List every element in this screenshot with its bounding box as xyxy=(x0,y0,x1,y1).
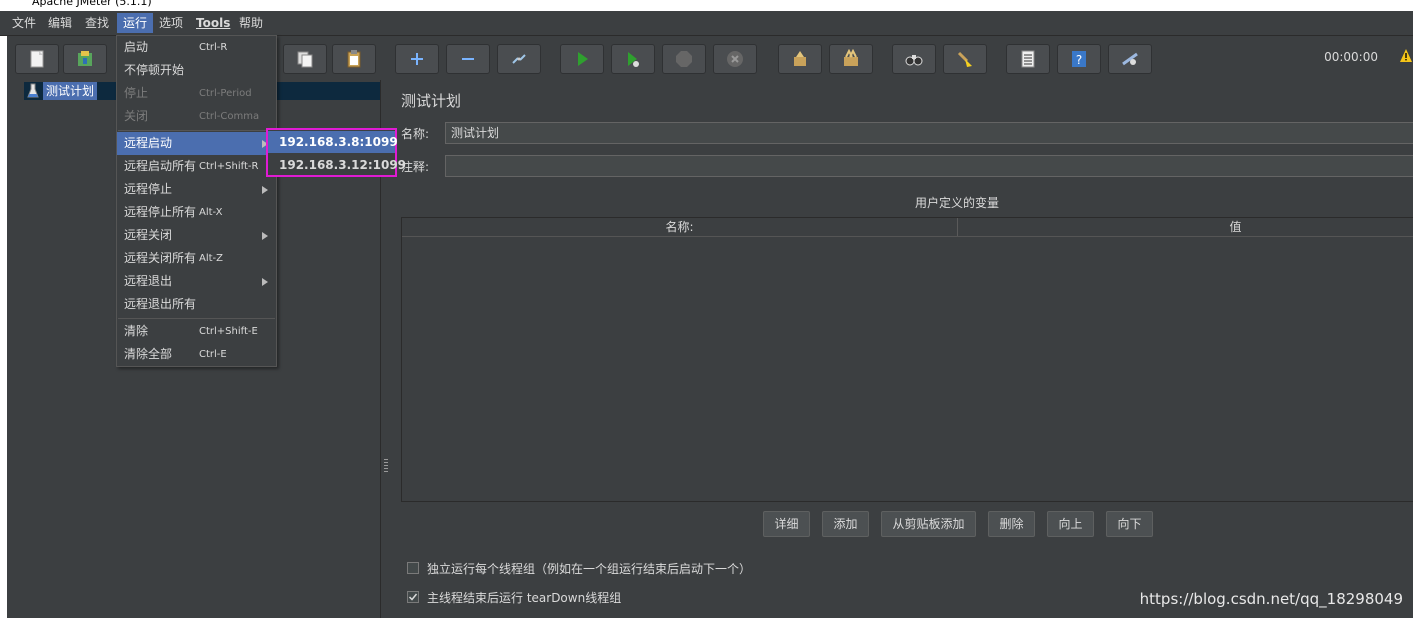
run-teardown-label: 主线程结束后运行 tearDown线程组 xyxy=(427,591,622,605)
start-button[interactable] xyxy=(560,44,604,74)
menu-file[interactable]: 文件 xyxy=(6,13,42,33)
paste-icon xyxy=(347,50,361,68)
submenu-arrow-icon xyxy=(262,186,268,194)
search-button[interactable] xyxy=(892,44,936,74)
menu-bar: 文件 编辑 查找 运行 选项 Tools 帮助 xyxy=(0,11,1413,36)
stop-button[interactable] xyxy=(662,44,706,74)
watermark: https://blog.csdn.net/qq_18298049 xyxy=(1139,590,1403,608)
shutdown-button[interactable] xyxy=(713,44,757,74)
menu-separator xyxy=(118,318,275,319)
function-helper-icon xyxy=(1021,50,1035,68)
menu-item-remote-stop-all[interactable]: 远程停止所有 Alt-X xyxy=(117,201,276,224)
table-header: 名称: 值 xyxy=(402,218,1413,237)
menu-search[interactable]: 查找 xyxy=(79,13,115,33)
reset-search-icon xyxy=(957,51,972,67)
svg-text:?: ? xyxy=(1076,53,1082,67)
clear-all-icon xyxy=(844,49,858,66)
menu-item-remote-exit-all[interactable]: 远程退出所有 xyxy=(117,293,276,316)
start-icon xyxy=(578,52,588,66)
expand-all-button[interactable] xyxy=(395,44,439,74)
tree-node-test-plan[interactable]: 测试计划 xyxy=(27,82,98,100)
function-helper-button[interactable] xyxy=(1006,44,1050,74)
submenu-arrow-icon xyxy=(262,278,268,286)
help-button[interactable]: ? xyxy=(1057,44,1101,74)
collapse-all-button[interactable] xyxy=(446,44,490,74)
submenu-arrow-icon xyxy=(262,232,268,240)
menu-options[interactable]: 选项 xyxy=(153,13,189,33)
remote-button[interactable] xyxy=(1108,44,1152,74)
new-button[interactable] xyxy=(15,44,59,74)
window-title: Apache JMeter (5.1.1) xyxy=(32,0,152,8)
delete-button[interactable]: 删除 xyxy=(988,511,1035,537)
toggle-button[interactable] xyxy=(497,44,541,74)
templates-icon xyxy=(78,51,92,66)
start-no-pause-button[interactable] xyxy=(611,44,655,74)
menu-tools[interactable]: Tools xyxy=(190,13,236,33)
copy-icon xyxy=(297,51,313,68)
run-thread-groups-consecutively-checkbox[interactable] xyxy=(407,562,419,574)
move-up-button[interactable]: 向上 xyxy=(1047,511,1094,537)
stop-icon xyxy=(676,51,692,67)
menu-item-clear-all[interactable]: 清除全部 Ctrl-E xyxy=(117,343,276,366)
menu-item-clear[interactable]: 清除 Ctrl+Shift-E xyxy=(117,320,276,343)
variables-table[interactable]: 名称: 值 xyxy=(401,217,1413,502)
expand-icon xyxy=(411,53,423,65)
clear-all-button[interactable] xyxy=(829,44,873,74)
test-plan-panel: 测试计划 名称: 测试计划 注释: 用户定义的变量 名称: 值 详细 添加 从剪… xyxy=(391,80,1413,618)
clear-icon xyxy=(794,51,806,66)
name-field[interactable]: 测试计划 xyxy=(445,122,1413,144)
menu-help[interactable]: 帮助 xyxy=(233,13,269,33)
remote-icon xyxy=(1122,52,1138,66)
run-thread-groups-consecutively-label: 独立运行每个线程组（例如在一个组运行结束后启动下一个） xyxy=(427,562,752,576)
menu-run[interactable]: 运行 xyxy=(117,13,154,33)
menu-item-remote-shutdown[interactable]: 远程关闭 xyxy=(117,224,276,247)
remote-host-item[interactable]: 192.168.3.8:1099 xyxy=(268,131,398,153)
copy-button[interactable] xyxy=(283,44,327,74)
column-header-name[interactable]: 名称: xyxy=(402,218,957,236)
comment-field[interactable] xyxy=(445,155,1413,177)
menu-item-remote-start[interactable]: 远程启动 xyxy=(117,132,276,155)
window-titlebar: Apache JMeter (5.1.1) xyxy=(0,0,1413,11)
name-label: 名称: xyxy=(401,127,430,141)
remote-start-submenu: 192.168.3.8:1099 192.168.3.12:1099 xyxy=(266,128,406,177)
menu-item-start[interactable]: 启动 Ctrl-R xyxy=(117,36,276,59)
menu-item-stop: 停止 Ctrl-Period xyxy=(124,86,252,100)
menu-item-remote-start-all[interactable]: 远程启动所有 Ctrl+Shift-R xyxy=(117,155,276,178)
reset-search-button[interactable] xyxy=(943,44,987,74)
run-menu-dropdown: 启动 Ctrl-R 不停顿开始 停止 Ctrl-Period 关闭 Ctrl-C… xyxy=(116,35,277,367)
start-no-pause-icon xyxy=(628,52,639,67)
move-down-button[interactable]: 向下 xyxy=(1106,511,1153,537)
menu-edit[interactable]: 编辑 xyxy=(42,13,78,33)
detail-button[interactable]: 详细 xyxy=(763,511,810,537)
menu-item-start-no-pause[interactable]: 不停顿开始 xyxy=(117,59,276,82)
menu-item-remote-exit[interactable]: 远程退出 xyxy=(117,270,276,293)
templates-button[interactable] xyxy=(63,44,107,74)
paste-button[interactable] xyxy=(332,44,376,74)
toggle-icon xyxy=(512,54,526,64)
checkmark-icon xyxy=(408,593,418,601)
divider-grip[interactable] xyxy=(384,458,388,472)
new-icon xyxy=(30,50,44,68)
menu-item-shutdown: 关闭 Ctrl-Comma xyxy=(124,109,260,123)
warning-icon[interactable] xyxy=(1399,48,1413,67)
help-icon: ? xyxy=(1072,51,1086,67)
elapsed-timer: 00:00:00 xyxy=(1324,50,1378,64)
flask-icon xyxy=(27,83,39,98)
remote-host-item[interactable]: 192.168.3.12:1099 xyxy=(268,154,406,176)
page-title: 测试计划 xyxy=(401,92,462,110)
collapse-icon xyxy=(462,58,474,60)
column-header-value[interactable]: 值 xyxy=(958,218,1413,236)
tree-node-label: 测试计划 xyxy=(43,82,98,100)
menu-item-remote-stop[interactable]: 远程停止 xyxy=(117,178,276,201)
menu-item-remote-shutdown-all[interactable]: 远程关闭所有 Alt-Z xyxy=(117,247,276,270)
menu-separator xyxy=(118,130,275,131)
clear-button[interactable] xyxy=(778,44,822,74)
variables-title: 用户定义的变量 xyxy=(914,196,999,210)
add-button[interactable]: 添加 xyxy=(822,511,869,537)
add-from-clipboard-button[interactable]: 从剪贴板添加 xyxy=(881,511,976,537)
left-edge-strip xyxy=(0,36,7,618)
shutdown-icon xyxy=(727,51,743,67)
search-icon xyxy=(905,55,923,66)
run-teardown-checkbox[interactable] xyxy=(407,591,419,603)
